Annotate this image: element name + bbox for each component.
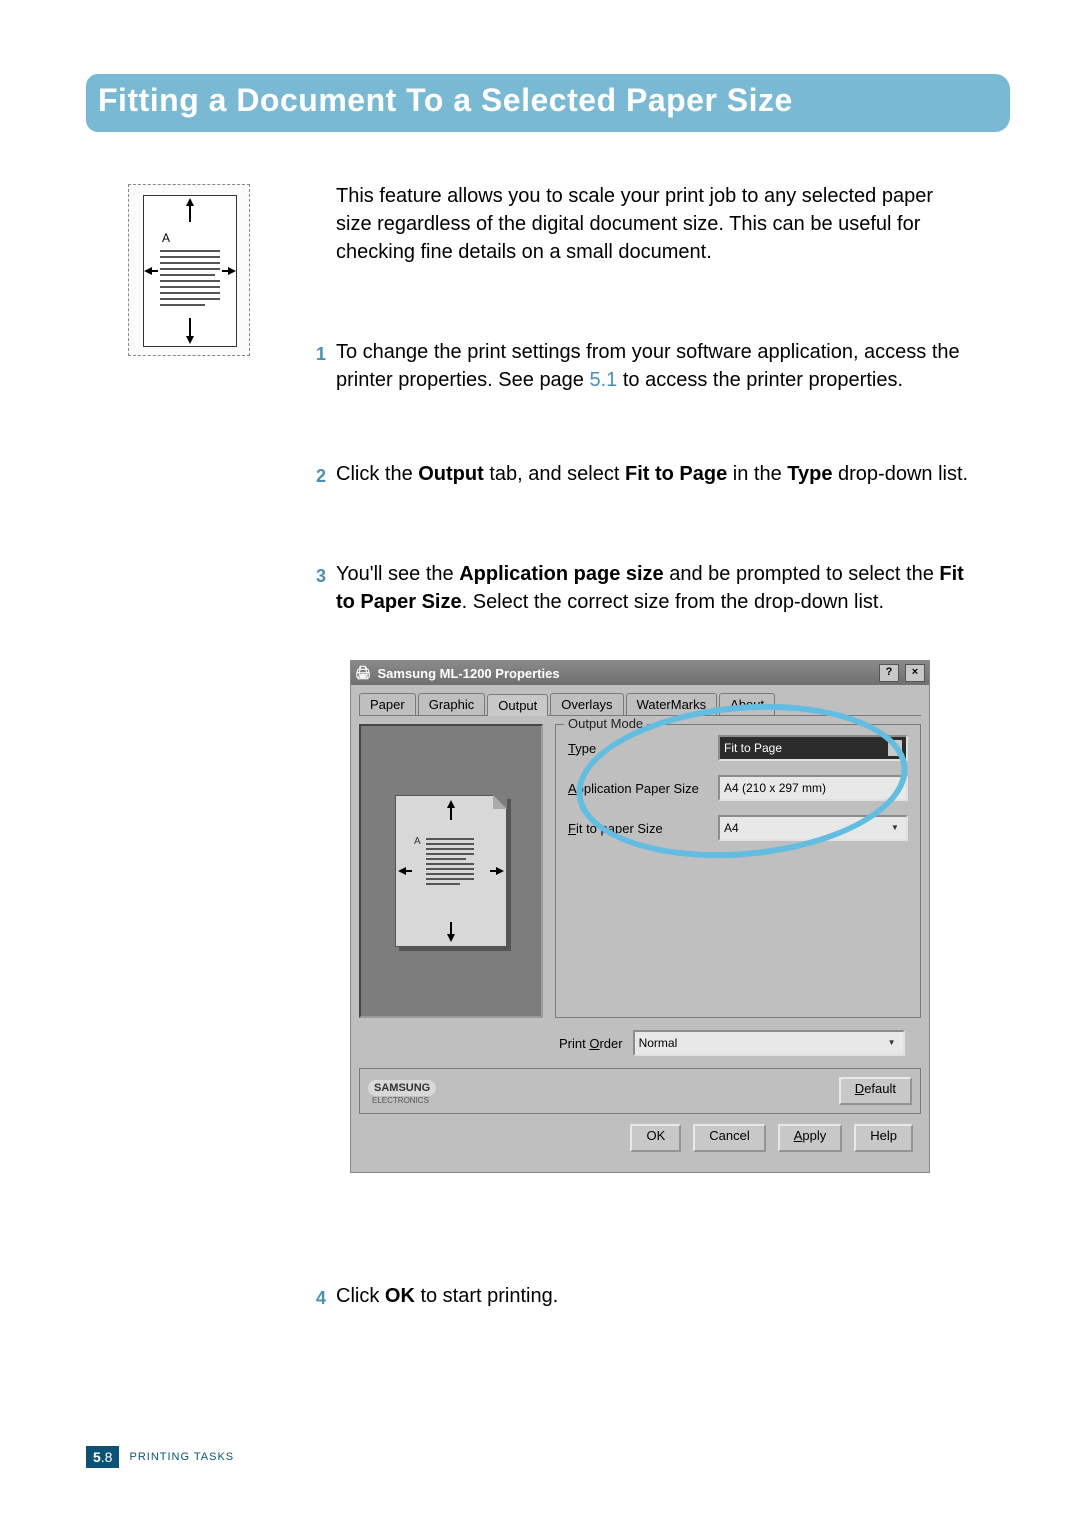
cancel-button[interactable]: Cancel (693, 1124, 765, 1152)
step-2-text-c: in the (727, 463, 787, 485)
page-number-badge: 5.8 (86, 1446, 119, 1468)
dialog-tabs: Paper Graphic Output Overlays WaterMarks… (359, 693, 921, 716)
tab-watermarks[interactable]: WaterMarks (626, 693, 718, 715)
step-1-text-b: to access the printer properties. (617, 369, 903, 391)
tab-paper[interactable]: Paper (359, 693, 416, 715)
preview-text-lines (426, 838, 474, 888)
type-label: TTypeype (568, 741, 708, 756)
fit-paper-size-value: A4 (724, 820, 739, 836)
step-2-bold-type: Type (787, 463, 832, 485)
step-4-text-a: Click (336, 1285, 385, 1307)
step-3-text-a: You'll see the (336, 563, 459, 585)
page-link-5-1[interactable]: 5.1 (590, 369, 618, 391)
tab-about[interactable]: About (719, 693, 775, 715)
dialog-titlebar: 🖨 Samsung ML-1200 Properties ? × (351, 661, 929, 685)
apply-button[interactable]: Apply (778, 1124, 843, 1152)
ok-button[interactable]: OK (630, 1124, 681, 1152)
step-2: 2 Click the Output tab, and select Fit t… (336, 460, 976, 488)
step-4-bold-ok: OK (385, 1285, 415, 1307)
tab-graphic[interactable]: Graphic (418, 693, 486, 715)
help-button[interactable]: ? (879, 664, 899, 682)
footer-section-label: PRINTING TASKS (129, 1451, 234, 1463)
preview-pane: A (359, 724, 543, 1018)
step-4-text-b: to start printing. (415, 1285, 558, 1307)
step-4-number: 4 (316, 1284, 326, 1312)
step-2-text-a: Click the (336, 463, 418, 485)
section-title: Fitting a Document To a Selected Paper S… (98, 82, 793, 119)
print-order-value: Normal (639, 1035, 678, 1051)
step-1-number: 1 (316, 340, 326, 368)
output-mode-group: Output Mode TTypeype Fit to Page ▼ Appli… (555, 724, 921, 1018)
page-footer: 5.8 PRINTING TASKS (86, 1446, 234, 1468)
samsung-logo: SAMSUNG ELECTRONICS (368, 1078, 436, 1105)
step-2-bold-output: Output (418, 463, 484, 485)
fit-paper-size-dropdown[interactable]: A4 ▼ (718, 815, 908, 841)
type-value: Fit to Page (724, 740, 782, 756)
step-4: 4 Click OK to start printing. (336, 1282, 976, 1310)
print-order-dropdown[interactable]: Normal ▼ (633, 1030, 905, 1056)
tab-output[interactable]: Output (487, 694, 548, 716)
step-3-bold-appsize: Application page size (459, 563, 663, 585)
page-minor: .8 (101, 1449, 113, 1465)
step-2-text-b: tab, and select (484, 463, 625, 485)
step-2-number: 2 (316, 462, 326, 490)
fit-paper-size-label: Fit to paper Size (568, 821, 708, 836)
print-order-label: Print Order (559, 1036, 623, 1051)
chevron-down-icon: ▼ (885, 1035, 899, 1051)
tab-overlays[interactable]: Overlays (550, 693, 623, 715)
help-button2[interactable]: Help (854, 1124, 913, 1152)
printer-icon: 🖨 (355, 665, 372, 681)
preview-a-label: A (414, 836, 421, 847)
illustration-a-label: A (162, 231, 170, 245)
page-major: 5 (93, 1449, 101, 1465)
dialog-title: Samsung ML-1200 Properties (378, 666, 873, 681)
type-dropdown[interactable]: Fit to Page ▼ (718, 735, 908, 761)
step-3: 3 You'll see the Application page size a… (336, 560, 976, 616)
chevron-down-icon: ▼ (888, 820, 902, 836)
step-3-text-b: and be prompted to select the (664, 563, 940, 585)
close-button[interactable]: × (905, 664, 925, 682)
output-mode-label: Output Mode (564, 716, 647, 731)
illustration-text-lines (160, 250, 220, 310)
default-button[interactable]: Default (839, 1077, 912, 1105)
properties-dialog: 🖨 Samsung ML-1200 Properties ? × Paper G… (350, 660, 930, 1173)
app-paper-size-readout: A4 (210 x 297 mm) (718, 775, 908, 801)
fit-to-page-illustration: A (128, 184, 250, 356)
step-3-text-c: . Select the correct size from the drop-… (462, 591, 884, 613)
preview-paper-icon: A (395, 795, 507, 947)
step-2-bold-fit: Fit to Page (625, 463, 727, 485)
section-title-bar: Fitting a Document To a Selected Paper S… (86, 74, 1004, 132)
intro-paragraph: This feature allows you to scale your pr… (336, 182, 956, 266)
step-3-number: 3 (316, 562, 326, 590)
step-2-text-d: drop-down list. (832, 463, 968, 485)
chevron-down-icon: ▼ (888, 740, 902, 756)
step-1: 1 To change the print settings from your… (336, 338, 976, 394)
app-paper-size-value: A4 (210 x 297 mm) (724, 780, 826, 796)
app-paper-size-label: Application Paper Size (568, 781, 708, 796)
